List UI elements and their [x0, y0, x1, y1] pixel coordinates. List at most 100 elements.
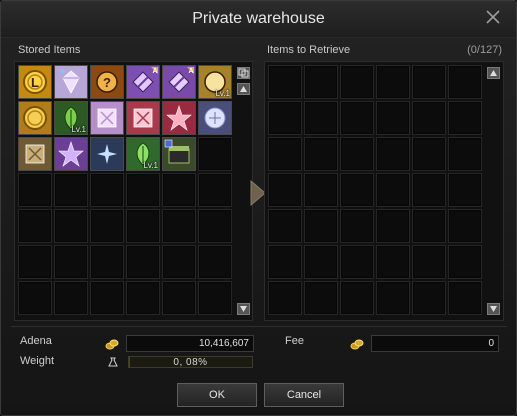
- empty-slot[interactable]: [376, 137, 410, 171]
- empty-slot[interactable]: [448, 281, 482, 315]
- empty-slot[interactable]: [412, 65, 446, 99]
- stored-items-grid: L ★? A A Lv.1 Lv.1 Lv.1: [18, 65, 232, 315]
- empty-slot[interactable]: [304, 137, 338, 171]
- cancel-button[interactable]: Cancel: [264, 383, 344, 407]
- empty-slot[interactable]: [304, 281, 338, 315]
- empty-slot[interactable]: [304, 209, 338, 243]
- empty-slot[interactable]: [376, 101, 410, 135]
- weight-bag-icon: [107, 355, 119, 373]
- empty-slot[interactable]: [162, 245, 196, 279]
- fee-label: Fee: [285, 335, 304, 347]
- empty-slot[interactable]: [304, 65, 338, 99]
- empty-slot[interactable]: [54, 209, 88, 243]
- empty-slot[interactable]: [376, 209, 410, 243]
- empty-slot[interactable]: [198, 245, 232, 279]
- empty-slot[interactable]: [448, 173, 482, 207]
- rune-stone-icon[interactable]: [90, 101, 124, 135]
- empty-slot[interactable]: [412, 173, 446, 207]
- empty-slot[interactable]: [54, 173, 88, 207]
- empty-slot[interactable]: [198, 137, 232, 171]
- empty-slot[interactable]: [268, 101, 302, 135]
- empty-slot[interactable]: [90, 209, 124, 243]
- armor-chest-icon[interactable]: [18, 137, 52, 171]
- empty-slot[interactable]: [448, 209, 482, 243]
- empty-slot[interactable]: [448, 245, 482, 279]
- empty-slot[interactable]: [126, 209, 160, 243]
- scroll-down-icon[interactable]: [487, 303, 500, 315]
- close-icon[interactable]: [484, 8, 502, 26]
- empty-slot[interactable]: [304, 101, 338, 135]
- enchant-scroll-armor-icon[interactable]: A: [162, 65, 196, 99]
- empty-slot[interactable]: [340, 281, 374, 315]
- empty-slot[interactable]: [268, 137, 302, 171]
- fee-amount: 0: [371, 335, 499, 352]
- green-lotus-icon[interactable]: Lv.1: [126, 137, 160, 171]
- empty-slot[interactable]: [268, 65, 302, 99]
- empty-slot[interactable]: [198, 173, 232, 207]
- empty-slot[interactable]: [162, 209, 196, 243]
- treasure-chest-icon[interactable]: [162, 137, 196, 171]
- soul-orb-icon[interactable]: [198, 101, 232, 135]
- empty-slot[interactable]: [340, 137, 374, 171]
- gold-medal-icon[interactable]: [18, 101, 52, 135]
- empty-slot[interactable]: [18, 173, 52, 207]
- scroll-up-icon[interactable]: [487, 67, 500, 79]
- scroll-down-icon[interactable]: [237, 303, 250, 315]
- ok-button[interactable]: OK: [177, 383, 257, 407]
- empty-slot[interactable]: [448, 101, 482, 135]
- mystery-box-icon[interactable]: ?: [90, 65, 124, 99]
- purple-sigil-icon[interactable]: [54, 137, 88, 171]
- empty-slot[interactable]: [126, 245, 160, 279]
- empty-slot[interactable]: [412, 281, 446, 315]
- empty-slot[interactable]: [376, 281, 410, 315]
- empty-slot[interactable]: [198, 281, 232, 315]
- empty-slot[interactable]: [304, 245, 338, 279]
- herb-icon[interactable]: Lv.1: [54, 101, 88, 135]
- empty-slot[interactable]: [18, 209, 52, 243]
- crystal-gem-icon[interactable]: ★: [54, 65, 88, 99]
- empty-slot[interactable]: [126, 173, 160, 207]
- empty-slot[interactable]: [162, 281, 196, 315]
- crimson-emblem-icon[interactable]: [162, 101, 196, 135]
- scroll-up-icon[interactable]: [237, 83, 250, 95]
- blue-crystal-icon[interactable]: [90, 137, 124, 171]
- empty-slot[interactable]: [412, 137, 446, 171]
- svg-text:A: A: [188, 68, 193, 75]
- empty-slot[interactable]: [162, 173, 196, 207]
- enchant-scroll-icon[interactable]: A: [126, 65, 160, 99]
- empty-slot[interactable]: [268, 281, 302, 315]
- title-bar[interactable]: Private warehouse: [1, 1, 516, 38]
- red-rune-icon[interactable]: [126, 101, 160, 135]
- empty-slot[interactable]: [304, 173, 338, 207]
- empty-slot[interactable]: [448, 137, 482, 171]
- empty-slot[interactable]: [412, 101, 446, 135]
- talisman-icon[interactable]: Lv.1: [198, 65, 232, 99]
- empty-slot[interactable]: [268, 209, 302, 243]
- empty-slot[interactable]: [90, 281, 124, 315]
- svg-text:★: ★: [59, 67, 66, 76]
- empty-slot[interactable]: [340, 245, 374, 279]
- empty-slot[interactable]: [448, 65, 482, 99]
- empty-slot[interactable]: [90, 245, 124, 279]
- empty-slot[interactable]: [340, 65, 374, 99]
- empty-slot[interactable]: [340, 173, 374, 207]
- empty-slot[interactable]: [90, 173, 124, 207]
- empty-slot[interactable]: [376, 65, 410, 99]
- empty-slot[interactable]: [126, 281, 160, 315]
- sort-icon[interactable]: [237, 67, 250, 79]
- empty-slot[interactable]: [18, 281, 52, 315]
- empty-slot[interactable]: [268, 245, 302, 279]
- empty-slot[interactable]: [54, 281, 88, 315]
- empty-slot[interactable]: [340, 209, 374, 243]
- empty-slot[interactable]: [54, 245, 88, 279]
- empty-slot[interactable]: [268, 173, 302, 207]
- adena-coin-icon[interactable]: L: [18, 65, 52, 99]
- svg-text:?: ?: [103, 75, 111, 90]
- empty-slot[interactable]: [18, 245, 52, 279]
- empty-slot[interactable]: [376, 245, 410, 279]
- empty-slot[interactable]: [198, 209, 232, 243]
- empty-slot[interactable]: [412, 245, 446, 279]
- empty-slot[interactable]: [340, 101, 374, 135]
- empty-slot[interactable]: [412, 209, 446, 243]
- empty-slot[interactable]: [376, 173, 410, 207]
